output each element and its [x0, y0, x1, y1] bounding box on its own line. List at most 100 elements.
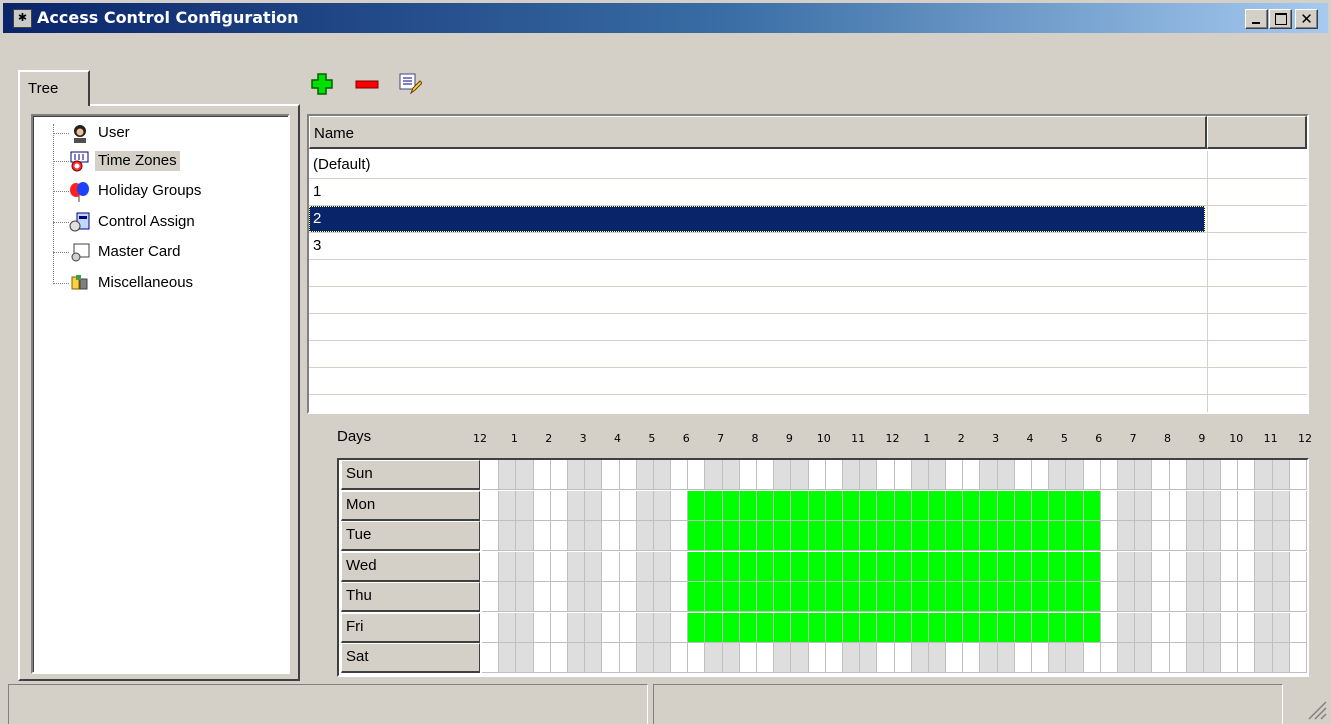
- time-slot[interactable]: [550, 582, 568, 612]
- time-slot[interactable]: [894, 582, 912, 612]
- weekly-schedule-grid[interactable]: Sun Mon Tue Wed Thu Fri Sat: [337, 458, 1309, 677]
- time-slot[interactable]: [1049, 521, 1067, 551]
- time-slot[interactable]: [791, 460, 809, 490]
- day-name-wed[interactable]: Wed: [341, 551, 480, 582]
- time-slot[interactable]: [1049, 460, 1067, 490]
- time-slot[interactable]: [653, 460, 672, 490]
- time-slot[interactable]: [877, 612, 895, 643]
- time-slot[interactable]: [602, 582, 620, 612]
- time-slot[interactable]: [928, 460, 947, 490]
- time-slot[interactable]: [791, 490, 809, 521]
- time-slot[interactable]: [739, 521, 757, 551]
- time-slot[interactable]: [499, 521, 517, 551]
- time-slot[interactable]: [602, 521, 620, 551]
- time-slot[interactable]: [688, 612, 706, 643]
- column-header-name[interactable]: Name: [309, 116, 1207, 149]
- time-slot[interactable]: [963, 643, 981, 673]
- time-slot[interactable]: [688, 460, 706, 490]
- time-slot[interactable]: [550, 521, 568, 551]
- time-slot[interactable]: [1049, 643, 1067, 673]
- time-slot[interactable]: [1066, 521, 1084, 551]
- time-slot[interactable]: [1289, 643, 1307, 673]
- time-slot[interactable]: [1186, 490, 1204, 521]
- time-slot[interactable]: [499, 582, 517, 612]
- time-slot[interactable]: [722, 490, 740, 521]
- time-slot[interactable]: [619, 551, 637, 582]
- time-slot[interactable]: [877, 551, 895, 582]
- time-slot[interactable]: [1032, 643, 1050, 673]
- time-slot[interactable]: [963, 460, 981, 490]
- time-slot[interactable]: [619, 643, 637, 673]
- time-slot[interactable]: [533, 582, 551, 612]
- time-slot[interactable]: [1221, 643, 1239, 673]
- time-slot[interactable]: [722, 460, 740, 490]
- time-slot[interactable]: [1135, 521, 1153, 551]
- time-slot[interactable]: [585, 612, 603, 643]
- time-slot[interactable]: [1135, 612, 1153, 643]
- time-slot[interactable]: [516, 551, 534, 582]
- time-slot[interactable]: [1032, 460, 1050, 490]
- time-slot[interactable]: [1221, 490, 1239, 521]
- tree-view[interactable]: User Time Zones Holiday Groups Control A…: [31, 114, 290, 674]
- time-slot[interactable]: [1152, 521, 1170, 551]
- time-slot[interactable]: [808, 582, 826, 612]
- time-slot[interactable]: [980, 582, 998, 612]
- time-slot[interactable]: [1152, 490, 1170, 521]
- time-slot[interactable]: [739, 460, 757, 490]
- time-slot[interactable]: [774, 551, 792, 582]
- time-slot[interactable]: [980, 490, 998, 521]
- time-slot[interactable]: [602, 551, 620, 582]
- time-slot[interactable]: [482, 551, 500, 582]
- time-slot[interactable]: [1083, 521, 1101, 551]
- time-slot[interactable]: [946, 612, 964, 643]
- time-slot[interactable]: [757, 460, 775, 490]
- time-slot[interactable]: [1169, 551, 1187, 582]
- time-slot[interactable]: [842, 612, 861, 643]
- time-slot[interactable]: [482, 521, 500, 551]
- time-slot[interactable]: [1117, 612, 1136, 643]
- time-slot[interactable]: [1203, 643, 1222, 673]
- time-slot[interactable]: [1255, 490, 1273, 521]
- time-slot[interactable]: [482, 582, 500, 612]
- edit-icon[interactable]: [398, 72, 422, 96]
- time-slot[interactable]: [1135, 551, 1153, 582]
- time-slot[interactable]: [722, 521, 740, 551]
- time-slot[interactable]: [1049, 551, 1067, 582]
- list-item[interactable]: (Default): [309, 152, 1307, 179]
- time-slot[interactable]: [567, 521, 586, 551]
- time-slot[interactable]: [911, 460, 929, 490]
- time-slot[interactable]: [997, 460, 1015, 490]
- time-slot[interactable]: [499, 490, 517, 521]
- time-slot[interactable]: [894, 460, 912, 490]
- time-slot[interactable]: [688, 643, 706, 673]
- time-slot[interactable]: [550, 643, 568, 673]
- time-slot[interactable]: [791, 551, 809, 582]
- time-slot[interactable]: [1014, 551, 1032, 582]
- time-slot[interactable]: [791, 612, 809, 643]
- time-slot[interactable]: [1032, 490, 1050, 521]
- time-slot[interactable]: [533, 643, 551, 673]
- time-slot[interactable]: [516, 460, 534, 490]
- time-slot[interactable]: [860, 582, 878, 612]
- time-slot[interactable]: [739, 551, 757, 582]
- time-slot[interactable]: [1238, 551, 1256, 582]
- time-slot[interactable]: [567, 460, 586, 490]
- time-slot[interactable]: [842, 460, 861, 490]
- time-slot[interactable]: [842, 582, 861, 612]
- time-slot[interactable]: [585, 582, 603, 612]
- title-bar[interactable]: ✱ Access Control Configuration ✕: [3, 3, 1328, 33]
- time-slot[interactable]: [1083, 612, 1101, 643]
- time-slot[interactable]: [533, 521, 551, 551]
- time-slot[interactable]: [653, 490, 672, 521]
- day-name-fri[interactable]: Fri: [341, 612, 480, 643]
- time-slot[interactable]: [1203, 521, 1222, 551]
- time-slot[interactable]: [499, 612, 517, 643]
- time-slot[interactable]: [842, 643, 861, 673]
- time-slot[interactable]: [997, 551, 1015, 582]
- tab-tree[interactable]: Tree: [18, 70, 90, 106]
- time-slot[interactable]: [911, 551, 929, 582]
- time-slot[interactable]: [705, 490, 723, 521]
- time-slot[interactable]: [1117, 490, 1136, 521]
- time-slot[interactable]: [1135, 643, 1153, 673]
- time-slot[interactable]: [808, 551, 826, 582]
